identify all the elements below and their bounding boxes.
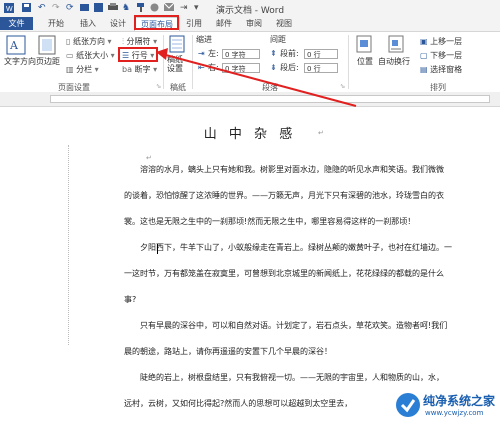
svg-text:A: A: [9, 39, 19, 52]
hyphenation-icon: ba: [122, 65, 132, 74]
title-bar: W ↶ ↷ ⟳ ♞ ⇥ ▾ 演示文档 - Word: [0, 0, 500, 16]
orientation-icon: ▯: [66, 37, 71, 46]
document-title: 演示文档 - Word: [215, 6, 285, 16]
margins-icon[interactable]: [38, 35, 56, 57]
paper-size-icon: ▭: [66, 51, 74, 60]
tab-design[interactable]: 设计: [104, 17, 132, 30]
paragraph-line: 一这时节，万有都笼盖在寂寞里，可曾想到北京城里的新闻纸上，花花绿绿的都载的是什么: [124, 269, 444, 278]
document-heading: 山 中 杂 感: [203, 127, 297, 142]
wrap-text-icon[interactable]: [388, 35, 404, 55]
size-button[interactable]: ▭ 纸张大小 ▾: [66, 51, 115, 61]
paragraph-line: 只有早晨的深谷中，可以和自然对语。计划定了，岩石点头，草花欢笑。造物者呵!我们: [140, 321, 448, 330]
columns-label: 分栏: [76, 65, 93, 74]
text-cursor: [157, 244, 158, 254]
breaks-icon: ⫶: [122, 37, 124, 46]
text-direction-icon[interactable]: A: [6, 35, 26, 57]
paragraph-line: 溶溶的水月，螭头上只有她和我。树影里对面水边，隐隐的听见水声和笑语。我们微微: [140, 165, 444, 174]
margins-button[interactable]: 页边距: [36, 57, 60, 67]
send-backward-button[interactable]: ▢ 下移一层: [420, 51, 462, 61]
watermark-name: 纯净系统之家: [423, 394, 496, 408]
paragraph-line: 裳。这也是无限之生中的一刹那顷!然而无限之生中，哪里容易得这样的一刹那顷！: [124, 217, 416, 226]
document-page[interactable]: 山 中 杂 感 ↵ ↵ 溶溶的水月，螭头上只有她和我。树影里对面水边，隐隐的听见…: [0, 107, 500, 425]
paragraph-line: 晨的朝途，路站上，请你再遥遥的安置下几个早晨的深谷！: [124, 347, 332, 356]
watermark-logo-icon: [396, 393, 420, 417]
annotation-arrow-icon: [156, 48, 357, 107]
send-backward-icon: ▢: [420, 51, 428, 60]
paragraph-line: 事?: [124, 295, 137, 304]
bring-forward-label: 上移一层: [430, 37, 463, 46]
orientation-label: 纸张方向: [72, 37, 105, 46]
margin-guide: [68, 145, 71, 345]
watermark-url: www.ycwjzy.com: [425, 409, 484, 417]
hyphenation-label: 断字: [134, 65, 151, 74]
columns-icon: ▥: [66, 65, 74, 74]
paragraph-line: 的谈着，恐怕惊醒了这浓睡的世界。——万籁无声，月光下只有深碧的池水，玲珑雪白的衣: [124, 191, 444, 200]
columns-button[interactable]: ▥ 分栏 ▾: [66, 65, 99, 75]
tab-home[interactable]: 开始: [42, 17, 70, 30]
paragraph-line: 夕阳西下，牛羊下山了，小蚁般缘走在青岩上。绿树丛颠的嫩黄叶子，也衬在红墙边。一: [140, 243, 452, 252]
paragraph-mark: ↵: [318, 129, 324, 137]
breaks-label: 分隔符: [126, 37, 151, 46]
orientation-button[interactable]: ▯ 纸张方向 ▾: [66, 37, 112, 47]
wrap-text-button[interactable]: 自动换行: [378, 57, 410, 67]
selection-pane-button[interactable]: ▤ 选择窗格: [420, 65, 462, 75]
tab-file[interactable]: 文件: [0, 17, 33, 30]
bring-forward-icon: ▣: [420, 37, 428, 46]
tab-insert[interactable]: 插入: [74, 17, 102, 30]
selection-pane-icon: ▤: [420, 65, 428, 74]
bring-forward-button[interactable]: ▣ 上移一层: [420, 37, 462, 47]
watermark: 纯净系统之家 www.ycwjzy.com: [393, 384, 500, 425]
text-direction-button[interactable]: 文字方向: [4, 57, 36, 67]
send-backward-label: 下移一层: [430, 51, 463, 60]
size-label: 纸张大小: [76, 51, 109, 60]
selection-pane-label: 选择窗格: [430, 65, 463, 74]
